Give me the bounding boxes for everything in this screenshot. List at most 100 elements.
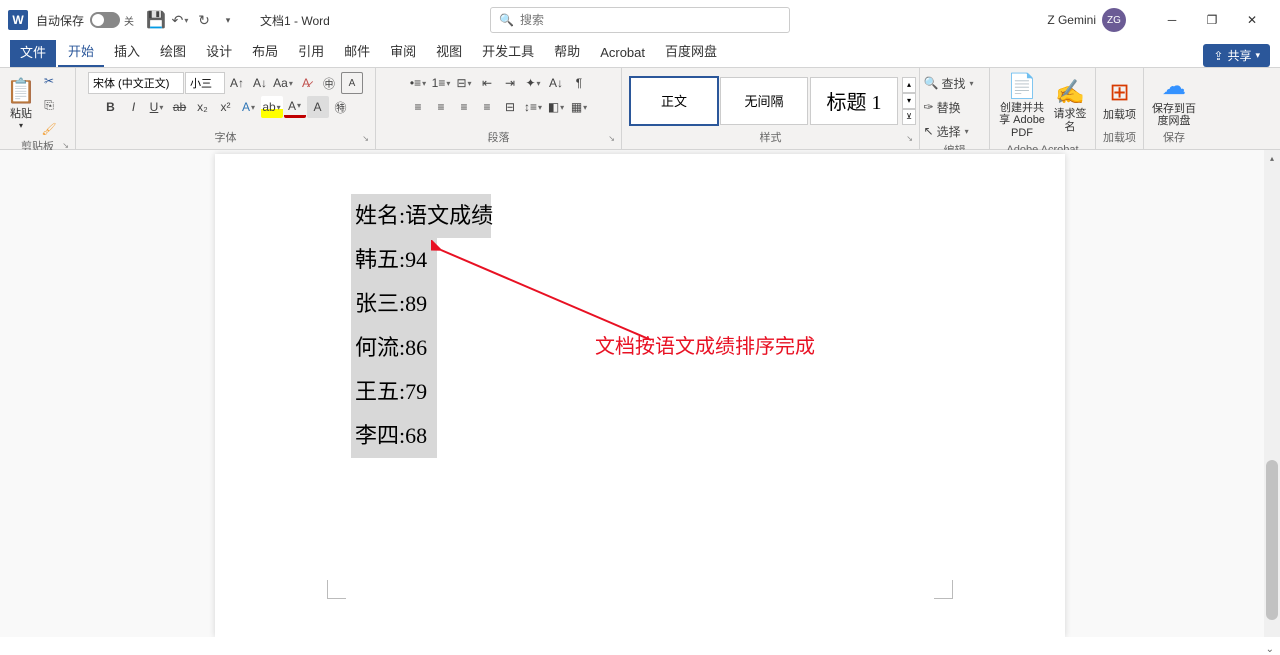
create-pdf-label: 创建并共享 Adobe PDF: [996, 102, 1048, 138]
paragraph-launcher[interactable]: ↘: [608, 132, 615, 146]
styles-scroll-up[interactable]: ▴: [902, 77, 916, 93]
increase-indent-button[interactable]: ⇥: [499, 72, 521, 94]
numbering-button[interactable]: 1≡: [430, 72, 452, 94]
tab-baidu[interactable]: 百度网盘: [655, 36, 727, 67]
doc-data-row[interactable]: 李四:68: [351, 414, 437, 458]
window-close[interactable]: ✕: [1232, 5, 1272, 35]
clear-format-button[interactable]: A̷: [295, 72, 317, 94]
share-button[interactable]: ⇪ 共享 ▾: [1203, 44, 1270, 67]
redo-button[interactable]: ↻: [192, 8, 216, 32]
tab-home[interactable]: 开始: [58, 36, 104, 67]
font-color-button[interactable]: A: [284, 96, 306, 118]
save-button[interactable]: 💾: [144, 8, 168, 32]
format-painter-button[interactable]: 🖌: [38, 118, 60, 140]
underline-button[interactable]: U: [146, 96, 168, 118]
doc-header-line[interactable]: 姓名:语文成绩: [351, 194, 491, 238]
find-button[interactable]: 🔍查找: [924, 72, 986, 94]
create-pdf-button[interactable]: 📄 创建并共享 Adobe PDF: [994, 70, 1050, 143]
search-box[interactable]: 🔍: [490, 7, 790, 33]
user-name[interactable]: Z Gemini: [1047, 13, 1096, 27]
copy-button[interactable]: ⎘: [38, 94, 60, 116]
show-marks-button[interactable]: ¶: [568, 72, 590, 94]
subscript-button[interactable]: x₂: [192, 96, 214, 118]
annotation-text: 文档按语文成绩排序完成: [595, 330, 815, 359]
request-signature-button[interactable]: ✍ 请求签名: [1050, 76, 1090, 137]
strike-button[interactable]: ab: [169, 96, 191, 118]
replace-button[interactable]: ✑替换: [924, 96, 986, 118]
tab-references[interactable]: 引用: [288, 36, 334, 67]
style-heading1-label: 标题 1: [827, 86, 882, 115]
distributed-button[interactable]: ⊟: [499, 96, 521, 118]
styles-expand[interactable]: ⊻: [902, 109, 916, 125]
align-left-button[interactable]: ≡: [407, 96, 429, 118]
doc-data-row[interactable]: 张三:89: [351, 282, 437, 326]
tab-devtools[interactable]: 开发工具: [472, 36, 544, 67]
highlight-button[interactable]: ab: [261, 96, 283, 118]
italic-button[interactable]: I: [123, 96, 145, 118]
bullets-button[interactable]: •≡: [407, 72, 429, 94]
autosave-toggle[interactable]: [90, 12, 120, 28]
font-name-input[interactable]: [88, 72, 184, 94]
style-no-spacing[interactable]: 无间隔: [720, 77, 808, 125]
bold-button[interactable]: B: [100, 96, 122, 118]
font-launcher[interactable]: ↘: [362, 132, 369, 146]
collapse-ribbon-button[interactable]: ⌄: [1266, 644, 1274, 655]
search-input[interactable]: [520, 13, 781, 27]
tab-acrobat[interactable]: Acrobat: [590, 40, 655, 67]
asian-layout-button[interactable]: ✦: [522, 72, 544, 94]
tab-view[interactable]: 视图: [426, 36, 472, 67]
multilevel-button[interactable]: ⊟: [453, 72, 475, 94]
scroll-up-arrow[interactable]: ▴: [1264, 150, 1280, 166]
doc-data-row[interactable]: 何流:86: [351, 326, 437, 370]
tab-review[interactable]: 审阅: [380, 36, 426, 67]
tab-layout[interactable]: 布局: [242, 36, 288, 67]
char-shading-button[interactable]: A: [307, 96, 329, 118]
phonetic-guide-button[interactable]: ㊥: [318, 72, 340, 94]
shrink-font-button[interactable]: A↓: [249, 72, 271, 94]
enclose-char-button[interactable]: ㊕: [330, 96, 352, 118]
save-group-label: 保存: [1163, 132, 1185, 144]
grow-font-button[interactable]: A↑: [226, 72, 248, 94]
doc-data-row[interactable]: 韩五:94: [351, 238, 437, 282]
save-baidu-button[interactable]: ☁ 保存到百度网盘: [1148, 70, 1200, 131]
user-avatar[interactable]: ZG: [1102, 8, 1126, 32]
tab-mailings[interactable]: 邮件: [334, 36, 380, 67]
scroll-thumb[interactable]: [1266, 460, 1278, 620]
vertical-scrollbar[interactable]: ▴: [1264, 150, 1280, 637]
doc-data-row[interactable]: 王五:79: [351, 370, 437, 414]
align-center-button[interactable]: ≡: [430, 96, 452, 118]
line-spacing-button[interactable]: ↕≡: [522, 96, 544, 118]
window-minimize[interactable]: ─: [1152, 5, 1192, 35]
find-label: 查找: [941, 75, 965, 92]
align-right-button[interactable]: ≡: [453, 96, 475, 118]
justify-button[interactable]: ≡: [476, 96, 498, 118]
styles-scroll-down[interactable]: ▾: [902, 93, 916, 109]
share-icon: ⇪: [1213, 49, 1223, 63]
addins-label: 加载项: [1103, 109, 1136, 121]
sort-button[interactable]: A↓: [545, 72, 567, 94]
char-border-button[interactable]: A: [341, 72, 363, 94]
style-heading1[interactable]: 标题 1: [810, 77, 898, 125]
select-button[interactable]: ↖选择: [924, 120, 986, 142]
addins-button[interactable]: ⊞ 加载项: [1100, 76, 1139, 124]
superscript-button[interactable]: x²: [215, 96, 237, 118]
styles-launcher[interactable]: ↘: [906, 132, 913, 146]
tab-draw[interactable]: 绘图: [150, 36, 196, 67]
change-case-button[interactable]: Aa: [272, 72, 294, 94]
tab-insert[interactable]: 插入: [104, 36, 150, 67]
borders-button[interactable]: ▦: [568, 96, 590, 118]
tab-help[interactable]: 帮助: [544, 36, 590, 67]
tab-design[interactable]: 设计: [196, 36, 242, 67]
font-size-input[interactable]: [185, 72, 225, 94]
qat-customize[interactable]: ▾: [216, 8, 240, 32]
text-effects-button[interactable]: A: [238, 96, 260, 118]
shading-button[interactable]: ◧: [545, 96, 567, 118]
autosave-state: 关: [124, 13, 134, 28]
decrease-indent-button[interactable]: ⇤: [476, 72, 498, 94]
style-normal[interactable]: 正文: [630, 77, 718, 125]
paste-button[interactable]: 📋 粘贴 ▾: [4, 75, 38, 134]
tab-file[interactable]: 文件: [10, 38, 56, 67]
undo-button[interactable]: ↶: [168, 8, 192, 32]
window-restore[interactable]: ❐: [1192, 5, 1232, 35]
cut-button[interactable]: ✂: [38, 70, 60, 92]
